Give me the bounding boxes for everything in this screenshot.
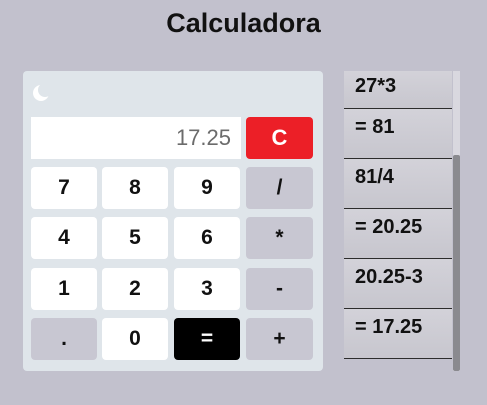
key-3[interactable]: 3	[174, 268, 240, 310]
key-subtract[interactable]: -	[246, 268, 313, 310]
calculator-display: 17.25	[31, 117, 241, 159]
history-item[interactable]: = 17.25	[344, 309, 452, 359]
history-item[interactable]: = 20.25	[344, 209, 452, 259]
key-add[interactable]: +	[246, 318, 313, 360]
equals-button[interactable]: =	[174, 318, 240, 360]
key-4[interactable]: 4	[31, 217, 97, 259]
key-5[interactable]: 5	[102, 217, 168, 259]
history-item[interactable]: 27*3	[344, 71, 452, 109]
key-2[interactable]: 2	[102, 268, 168, 310]
key-decimal[interactable]: .	[31, 318, 97, 360]
history-panel[interactable]: 27*3 = 81 81/4 = 20.25 20.25-3 = 17.25	[344, 71, 460, 371]
history-list: 27*3 = 81 81/4 = 20.25 20.25-3 = 17.25	[344, 71, 452, 359]
history-scrollbar-thumb[interactable]	[453, 155, 460, 371]
key-divide[interactable]: /	[246, 167, 313, 209]
key-0[interactable]: 0	[102, 318, 168, 360]
calculator-panel: 17.25 C 7 8 9 / 4 5 6 * 1 2 3 - . 0 = +	[23, 71, 323, 371]
history-item[interactable]: 81/4	[344, 159, 452, 209]
key-7[interactable]: 7	[31, 167, 97, 209]
clear-button[interactable]: C	[246, 117, 313, 159]
key-multiply[interactable]: *	[246, 217, 313, 259]
key-9[interactable]: 9	[174, 167, 240, 209]
key-6[interactable]: 6	[174, 217, 240, 259]
history-item[interactable]: 20.25-3	[344, 259, 452, 309]
key-1[interactable]: 1	[31, 268, 97, 310]
moon-icon[interactable]	[31, 83, 52, 103]
key-8[interactable]: 8	[102, 167, 168, 209]
app-title: Calculadora	[166, 8, 321, 38]
history-item[interactable]: = 81	[344, 109, 452, 159]
